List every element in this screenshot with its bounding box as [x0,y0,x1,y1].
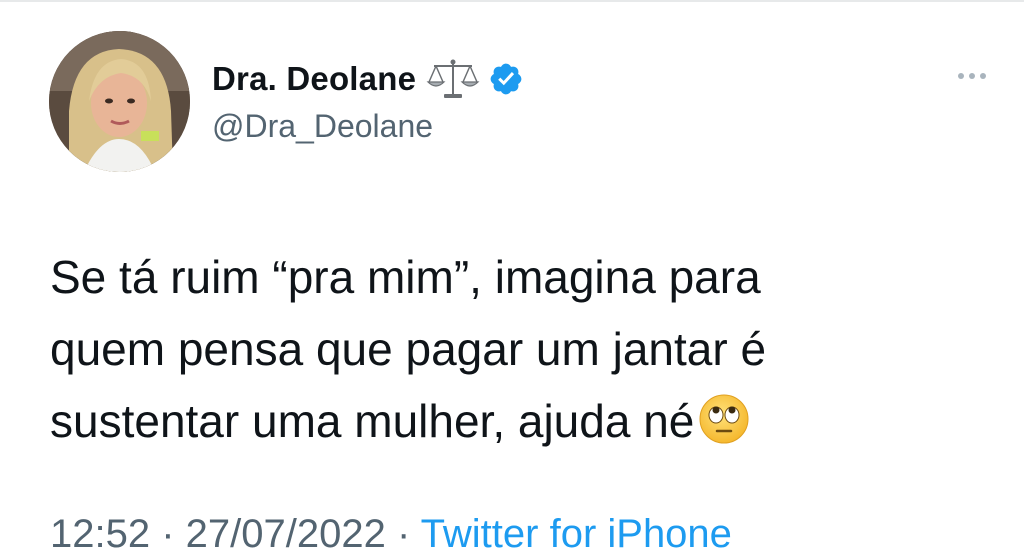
tweet-text-line: sustentar uma mulher, ajuda né [50,385,970,457]
tweet-text-segment: sustentar uma mulher, ajuda né [50,395,695,447]
more-horizontal-icon [980,73,986,79]
rolling-eyes-emoji-icon [698,393,750,445]
tweet-text-line: Se tá ruim “pra mim”, imagina para [50,251,761,303]
verified-badge-icon [488,61,524,97]
avatar[interactable] [49,31,190,172]
top-divider [0,0,1024,2]
tweet-text-line: quem pensa que pagar um jantar é [50,323,767,375]
tweet-text: Se tá ruim “pra mim”, imagina para quem … [50,241,970,457]
tweet-timestamp[interactable]: 12:52 · 27/07/2022 · [50,512,421,556]
avatar-image [49,31,190,172]
author-name-row: Dra. Deolane [212,56,524,102]
tweet-source-link[interactable]: Twitter for iPhone [421,512,732,556]
more-horizontal-icon [969,73,975,79]
balance-scale-icon [426,56,480,102]
display-name[interactable]: Dra. Deolane [212,60,416,98]
more-horizontal-icon [958,73,964,79]
more-options-button[interactable] [952,64,992,88]
tweet-meta: 12:52 · 27/07/2022 · Twitter for iPhone [50,512,732,557]
author-handle[interactable]: @Dra_Deolane [212,108,433,145]
